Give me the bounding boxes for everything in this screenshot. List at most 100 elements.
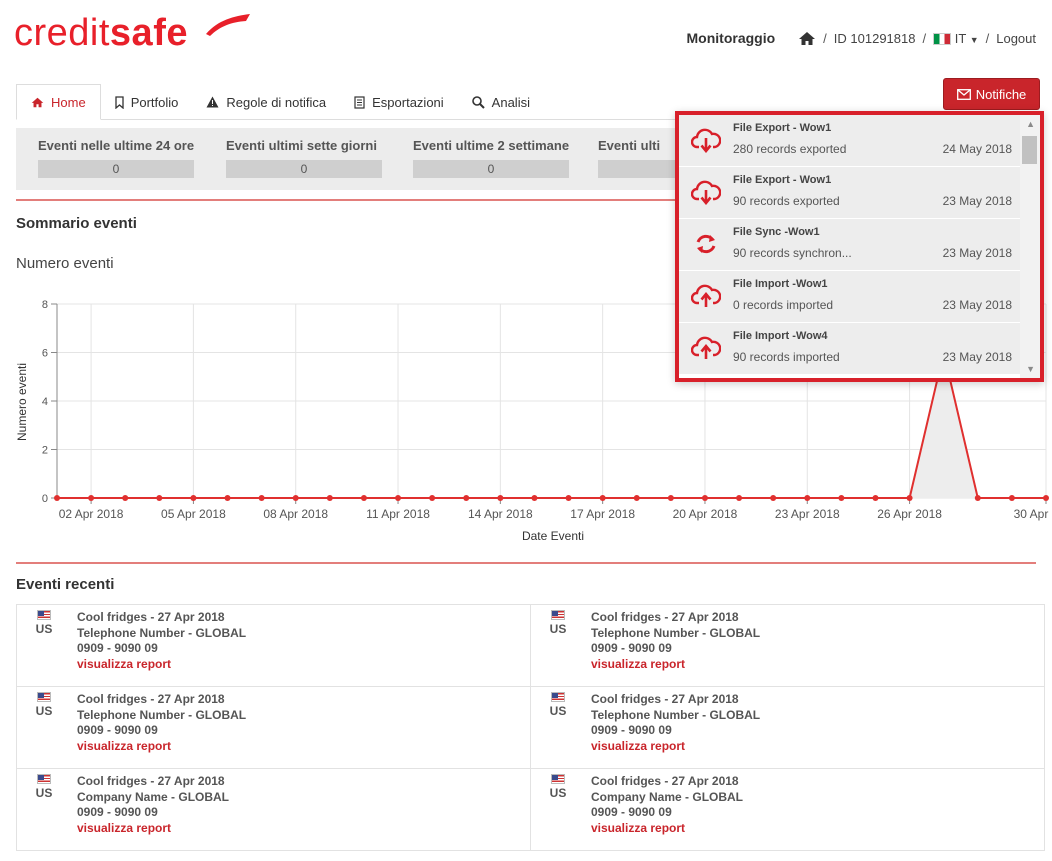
scrollbar-thumb[interactable] xyxy=(1022,136,1037,164)
data-point[interactable] xyxy=(429,495,436,501)
x-tick-label: 17 Apr 2018 xyxy=(570,507,635,521)
data-point[interactable] xyxy=(804,495,811,501)
notification-title: File Import -Wow4 xyxy=(733,330,828,342)
search-icon xyxy=(471,95,485,109)
top-navigation: Monitoraggio / ID 101291818 / IT ▼ / Log… xyxy=(687,30,1036,46)
data-point[interactable] xyxy=(326,495,333,501)
dropdown-scrollbar[interactable]: ▲ ▼ xyxy=(1020,115,1040,378)
x-tick-label: 02 Apr 2018 xyxy=(59,507,124,521)
language-label: IT xyxy=(954,30,967,46)
notification-item[interactable]: File Export - Wow1 280 records exported … xyxy=(679,115,1020,166)
event-value: 0909 - 9090 09 xyxy=(591,805,672,819)
tab-analysis[interactable]: Analisi xyxy=(458,84,544,120)
language-selector[interactable]: IT ▼ xyxy=(933,31,979,46)
tab-home[interactable]: Home xyxy=(16,84,101,120)
logout-link[interactable]: Logout xyxy=(996,31,1036,46)
notification-subtitle: 90 records synchron... xyxy=(733,246,852,260)
x-tick-label: 30 Apr 2018 xyxy=(1014,507,1052,521)
data-point[interactable] xyxy=(701,495,708,501)
data-point[interactable] xyxy=(838,495,845,501)
event-value: 0909 - 9090 09 xyxy=(77,805,158,819)
event-field: Telephone Number - GLOBAL xyxy=(591,707,761,722)
cloud-upload-icon xyxy=(691,284,721,307)
recent-event-card: US Cool fridges - 27 Apr 2018 Telephone … xyxy=(530,686,1045,769)
recent-events-title: Eventi recenti xyxy=(16,576,115,593)
caret-down-icon: ▼ xyxy=(969,34,979,45)
data-point[interactable] xyxy=(463,495,470,501)
view-report-link[interactable]: visualizza report xyxy=(77,657,171,671)
data-point[interactable] xyxy=(736,495,743,501)
country-code: US xyxy=(35,622,53,636)
us-flag-icon xyxy=(37,692,51,702)
logo-swoosh-icon xyxy=(206,14,250,36)
view-report-link[interactable]: visualizza report xyxy=(591,657,685,671)
creditsafe-logo[interactable]: creditsafe xyxy=(14,14,188,52)
cloud-download-icon xyxy=(691,128,721,153)
notification-item[interactable]: File Sync -Wow1 90 records synchron... 2… xyxy=(679,219,1020,270)
data-point[interactable] xyxy=(1008,495,1015,501)
data-point[interactable] xyxy=(872,495,879,501)
data-point[interactable] xyxy=(667,495,674,501)
logo-text-part2: safe xyxy=(109,12,188,54)
notification-title: File Export - Wow1 xyxy=(733,174,832,186)
data-point[interactable] xyxy=(54,495,60,501)
recent-event-card: US Cool fridges - 27 Apr 2018 Company Na… xyxy=(16,768,531,851)
stat-last-7-days: Eventi ultimi sette giorni 0 xyxy=(226,138,386,178)
data-point[interactable] xyxy=(122,495,129,501)
y-axis-label: Numero eventi xyxy=(15,363,29,441)
notification-subtitle: 280 records exported xyxy=(733,142,847,156)
scroll-up-icon[interactable]: ▲ xyxy=(1026,119,1035,129)
data-point[interactable] xyxy=(974,495,981,501)
notifications-button-label: Notifiche xyxy=(975,86,1027,102)
x-tick-label: 20 Apr 2018 xyxy=(673,507,738,521)
data-point[interactable] xyxy=(224,495,231,501)
data-point[interactable] xyxy=(770,495,777,501)
notification-date: 24 May 2018 xyxy=(942,142,1012,156)
data-point[interactable] xyxy=(633,495,640,501)
y-axis-ticks: 0 2 4 6 8 xyxy=(42,299,58,505)
tab-exports[interactable]: Esportazioni xyxy=(340,84,458,120)
view-report-link[interactable]: visualizza report xyxy=(77,821,171,835)
event-company-date: Cool fridges - 27 Apr 2018 xyxy=(591,774,739,788)
view-report-link[interactable]: visualizza report xyxy=(591,821,685,835)
data-point[interactable] xyxy=(395,495,402,501)
x-tick-label: 05 Apr 2018 xyxy=(161,507,226,521)
warning-icon xyxy=(206,96,219,108)
account-id: ID 101291818 xyxy=(833,30,916,46)
cloud-upload-icon xyxy=(691,336,721,359)
data-point[interactable] xyxy=(156,495,163,501)
notification-date: 23 May 2018 xyxy=(942,298,1012,312)
data-point[interactable] xyxy=(360,495,367,501)
data-point[interactable] xyxy=(292,495,299,501)
country-code: US xyxy=(549,786,567,800)
monitoring-link[interactable]: Monitoraggio xyxy=(687,30,776,46)
notification-item[interactable]: File Import -Wow4 90 records imported 23… xyxy=(679,323,1020,374)
notification-item[interactable]: File Export - Wow1 90 records exported 2… xyxy=(679,167,1020,218)
data-point[interactable] xyxy=(1043,495,1049,501)
event-company-date: Cool fridges - 27 Apr 2018 xyxy=(77,610,225,624)
divider xyxy=(16,562,1036,564)
view-report-link[interactable]: visualizza report xyxy=(591,739,685,753)
data-point[interactable] xyxy=(258,495,265,501)
tab-label: Analisi xyxy=(491,94,530,110)
event-value: 0909 - 9090 09 xyxy=(591,723,672,737)
tab-notification-rules[interactable]: Regole di notifica xyxy=(192,84,340,120)
x-tick-label: 26 Apr 2018 xyxy=(877,507,942,521)
data-point[interactable] xyxy=(88,495,95,501)
notification-date: 23 May 2018 xyxy=(942,194,1012,208)
notification-item[interactable]: File Import -Wow1 0 records imported 23 … xyxy=(679,271,1020,322)
data-point[interactable] xyxy=(531,495,538,501)
data-point[interactable] xyxy=(599,495,606,501)
bookmark-icon xyxy=(115,95,124,109)
data-point[interactable] xyxy=(565,495,572,501)
data-point[interactable] xyxy=(190,495,197,501)
tab-label: Portfolio xyxy=(130,94,179,110)
data-point[interactable] xyxy=(906,495,913,501)
data-point[interactable] xyxy=(497,495,504,501)
home-icon[interactable] xyxy=(798,31,816,46)
view-report-link[interactable]: visualizza report xyxy=(77,739,171,753)
scroll-down-icon[interactable]: ▼ xyxy=(1026,364,1035,374)
notifications-button[interactable]: Notifiche xyxy=(943,78,1040,110)
tab-portfolio[interactable]: Portfolio xyxy=(101,84,193,120)
stat-value: 0 xyxy=(38,160,194,178)
